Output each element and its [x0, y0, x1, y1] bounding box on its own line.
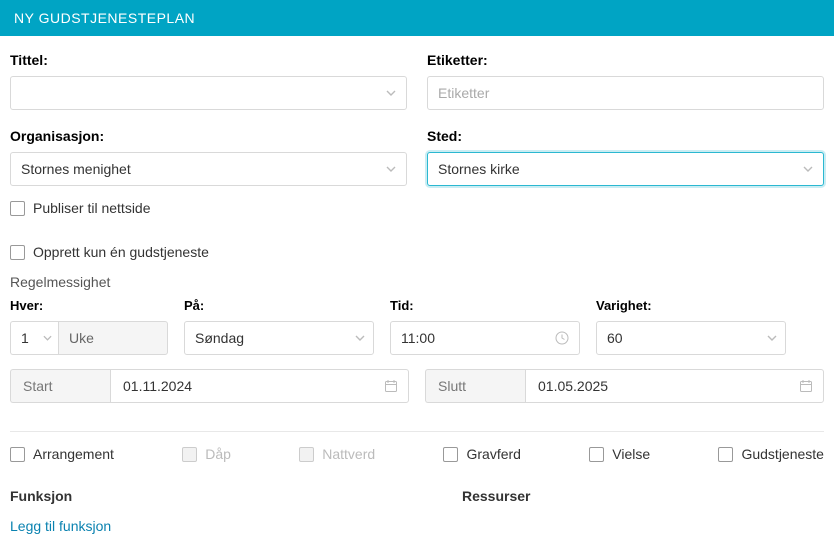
vielse-checkbox[interactable]	[589, 447, 604, 462]
start-date-input[interactable]: 01.11.2024	[110, 369, 409, 403]
arrangement-label: Arrangement	[33, 446, 114, 462]
publiser-checkbox[interactable]	[10, 201, 25, 216]
organisasjon-label: Organisasjon:	[10, 128, 407, 144]
slutt-date-input[interactable]: 01.05.2025	[525, 369, 824, 403]
hver-unit: Uke	[58, 321, 168, 355]
nattverd-checkbox	[299, 447, 314, 462]
form-content: Tittel: Etiketter: Etiketter Organisasjo…	[0, 36, 834, 544]
chevron-down-icon	[43, 335, 52, 341]
nattverd-label: Nattverd	[322, 446, 375, 462]
legg-til-funksjon-link[interactable]: Legg til funksjon	[10, 518, 824, 534]
chevron-down-icon	[767, 335, 777, 341]
tid-label: Tid:	[390, 298, 580, 313]
etiketter-label: Etiketter:	[427, 52, 824, 68]
chevron-down-icon	[386, 166, 396, 172]
type-gudstjeneste[interactable]: Gudstjeneste	[718, 446, 824, 462]
opprett-en-checkbox[interactable]	[10, 245, 25, 260]
dap-label: Dåp	[205, 446, 231, 462]
etiketter-placeholder: Etiketter	[438, 85, 489, 101]
varighet-label: Varighet:	[596, 298, 786, 313]
chevron-down-icon	[355, 335, 365, 341]
type-gravferd[interactable]: Gravferd	[443, 446, 520, 462]
gudstjeneste-checkbox[interactable]	[718, 447, 733, 462]
sted-value: Stornes kirke	[438, 161, 520, 177]
funksjon-heading: Funksjon	[10, 488, 372, 504]
etiketter-input[interactable]: Etiketter	[427, 76, 824, 110]
clock-icon	[555, 331, 569, 345]
gudstjeneste-label: Gudstjeneste	[741, 446, 824, 462]
tid-input[interactable]: 11:00	[390, 321, 580, 355]
type-vielse[interactable]: Vielse	[589, 446, 650, 462]
pa-label: På:	[184, 298, 374, 313]
page-header: NY GUDSTJENESTEPLAN	[0, 0, 834, 36]
publiser-label: Publiser til nettside	[33, 200, 151, 216]
calendar-icon	[384, 379, 398, 393]
chevron-down-icon	[803, 166, 813, 172]
opprett-en-checkbox-row[interactable]: Opprett kun én gudstjeneste	[10, 244, 824, 260]
slutt-date-value: 01.05.2025	[538, 378, 608, 394]
hver-unit-value: Uke	[69, 330, 94, 346]
pa-value: Søndag	[195, 330, 244, 346]
regelmessighet-label: Regelmessighet	[10, 274, 824, 290]
organisasjon-value: Stornes menighet	[21, 161, 131, 177]
hver-num-select[interactable]: 1	[10, 321, 58, 355]
start-label: Start	[10, 369, 110, 403]
varighet-select[interactable]: 60	[596, 321, 786, 355]
start-date-value: 01.11.2024	[123, 378, 192, 394]
type-arrangement[interactable]: Arrangement	[10, 446, 114, 462]
arrangement-checkbox[interactable]	[10, 447, 25, 462]
divider	[10, 431, 824, 432]
calendar-icon	[799, 379, 813, 393]
sted-select[interactable]: Stornes kirke	[427, 152, 824, 186]
tid-value: 11:00	[401, 330, 435, 346]
type-dap: Dåp	[182, 446, 231, 462]
tittel-label: Tittel:	[10, 52, 407, 68]
organisasjon-select[interactable]: Stornes menighet	[10, 152, 407, 186]
sted-label: Sted:	[427, 128, 824, 144]
page-title: NY GUDSTJENESTEPLAN	[14, 10, 195, 26]
publiser-checkbox-row[interactable]: Publiser til nettside	[10, 200, 824, 216]
hver-num-value: 1	[11, 330, 29, 346]
tittel-select[interactable]	[10, 76, 407, 110]
opprett-en-label: Opprett kun én gudstjeneste	[33, 244, 209, 260]
gravferd-checkbox[interactable]	[443, 447, 458, 462]
pa-select[interactable]: Søndag	[184, 321, 374, 355]
dap-checkbox	[182, 447, 197, 462]
varighet-value: 60	[607, 330, 623, 346]
type-nattverd: Nattverd	[299, 446, 375, 462]
chevron-down-icon	[386, 90, 396, 96]
hver-label: Hver:	[10, 298, 168, 313]
ressurser-heading: Ressurser	[372, 488, 824, 504]
slutt-label: Slutt	[425, 369, 525, 403]
gravferd-label: Gravferd	[466, 446, 520, 462]
vielse-label: Vielse	[612, 446, 650, 462]
